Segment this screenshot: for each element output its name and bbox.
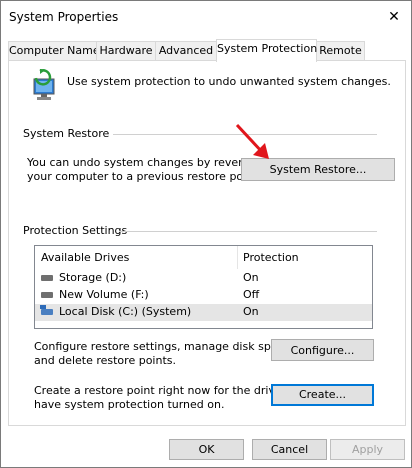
title-bar: System Properties ✕	[1, 1, 411, 33]
configure-description-2: and delete restore points.	[34, 354, 176, 367]
create-description-2: have system protection turned on.	[34, 398, 225, 411]
protection-settings-group-label: Protection Settings	[23, 224, 128, 237]
drive-name: Storage (D:)	[59, 271, 127, 284]
drive-name: Local Disk (C:) (System)	[59, 305, 192, 318]
drive-protection-status: On	[243, 271, 259, 284]
ok-button[interactable]: OK	[169, 439, 244, 460]
system-restore-group-label: System Restore	[23, 127, 110, 140]
protection-settings-divider	[119, 231, 377, 232]
system-restore-description-2: your computer to a previous restore poin…	[27, 170, 261, 183]
system-properties-window: System Properties ✕ Computer Name Hardwa…	[0, 0, 412, 468]
tab-advanced[interactable]: Advanced	[155, 41, 217, 61]
column-protection[interactable]: Protection	[243, 251, 299, 265]
drive-icon	[41, 275, 53, 281]
window-title: System Properties	[9, 10, 119, 24]
tab-panel	[8, 60, 406, 426]
drive-row-selected[interactable]: Local Disk (C:) (System) On	[35, 304, 372, 321]
intro-text: Use system protection to undo unwanted s…	[67, 75, 391, 88]
drive-protection-status: On	[243, 305, 259, 318]
tab-remote[interactable]: Remote	[316, 41, 365, 61]
drives-list[interactable]: Available Drives Protection Storage (D:)…	[34, 245, 373, 329]
drive-icon	[41, 292, 53, 298]
tab-system-protection[interactable]: System Protection	[216, 39, 317, 62]
drives-list-header: Available Drives Protection	[35, 246, 372, 269]
tab-hardware[interactable]: Hardware	[96, 41, 156, 61]
configure-description-1: Configure restore settings, manage disk …	[34, 340, 294, 353]
column-available-drives[interactable]: Available Drives	[41, 251, 129, 265]
system-protection-icon	[33, 69, 55, 100]
cancel-button[interactable]: Cancel	[252, 439, 327, 460]
create-button[interactable]: Create...	[271, 384, 374, 406]
close-icon[interactable]: ✕	[377, 1, 411, 33]
system-restore-description-1: You can undo system changes by reverting	[27, 156, 264, 169]
drive-row[interactable]: New Volume (F:) Off	[35, 287, 372, 304]
annotation-arrow-icon	[235, 123, 269, 159]
drive-protection-status: Off	[243, 288, 260, 301]
system-drive-icon	[40, 305, 53, 315]
apply-button[interactable]: Apply	[330, 439, 405, 460]
tab-computer-name[interactable]: Computer Name	[8, 41, 100, 61]
column-separator[interactable]	[237, 246, 238, 269]
drive-name: New Volume (F:)	[59, 288, 149, 301]
drive-row[interactable]: Storage (D:) On	[35, 270, 372, 287]
configure-button[interactable]: Configure...	[271, 339, 374, 361]
